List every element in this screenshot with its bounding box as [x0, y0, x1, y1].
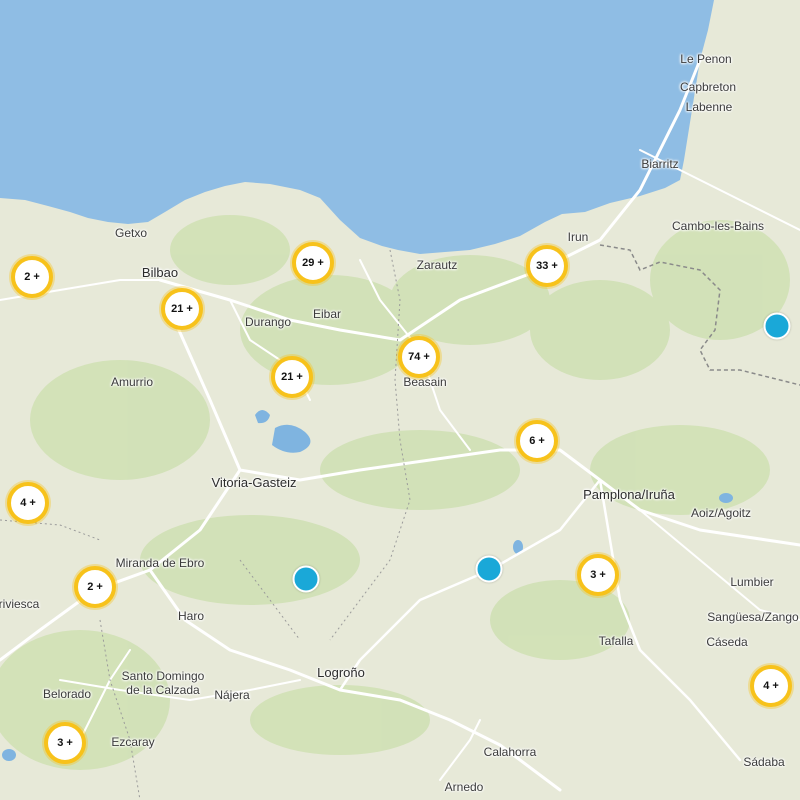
cluster-marker[interactable]: 2 + [11, 256, 53, 298]
location-marker[interactable] [763, 312, 791, 340]
basemap [0, 0, 800, 800]
cluster-marker[interactable]: 3 + [577, 554, 619, 596]
cluster-marker[interactable]: 4 + [7, 482, 49, 524]
location-marker[interactable] [475, 555, 503, 583]
cluster-marker[interactable]: 21 + [271, 356, 313, 398]
cluster-marker[interactable]: 6 + [516, 420, 558, 462]
map-viewport[interactable]: Le Penon Capbreton Labenne Biarritz Camb… [0, 0, 800, 800]
cluster-marker[interactable]: 33 + [526, 245, 568, 287]
cluster-marker[interactable]: 4 + [750, 665, 792, 707]
cluster-marker[interactable]: 29 + [292, 242, 334, 284]
cluster-marker[interactable]: 74 + [398, 336, 440, 378]
cluster-marker[interactable]: 2 + [74, 566, 116, 608]
cluster-marker[interactable]: 3 + [44, 722, 86, 764]
cluster-marker[interactable]: 21 + [161, 288, 203, 330]
location-marker[interactable] [292, 565, 320, 593]
